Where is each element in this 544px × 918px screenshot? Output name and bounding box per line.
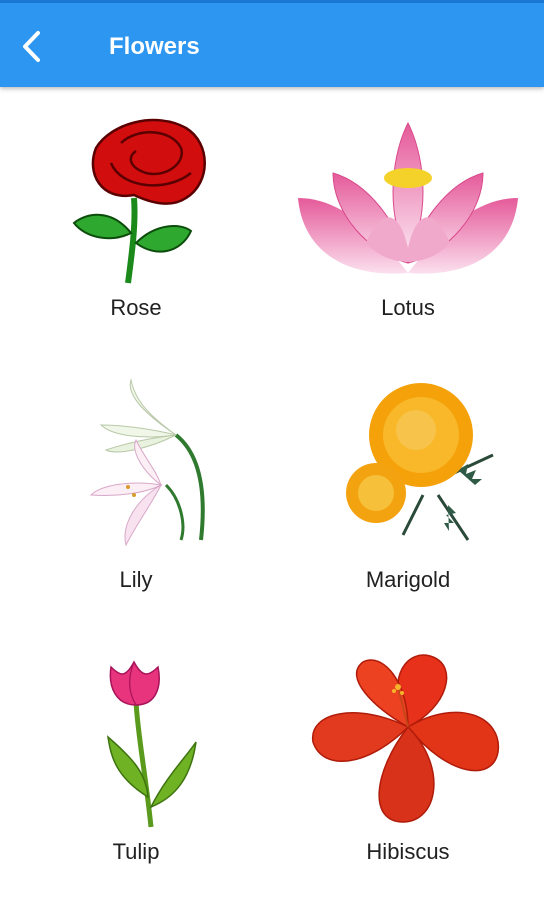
tulip-image xyxy=(0,647,272,832)
flower-name: Hibiscus xyxy=(366,839,450,864)
back-arrow-icon xyxy=(23,31,40,62)
back-button[interactable] xyxy=(14,27,54,67)
flower-name: Tulip xyxy=(112,839,160,864)
rose-image xyxy=(0,103,272,288)
flower-card-lotus[interactable]: Lotus xyxy=(272,87,544,359)
hibiscus-image xyxy=(272,647,544,832)
flower-name: Rose xyxy=(110,295,162,320)
flower-card-hibiscus[interactable]: Hibiscus xyxy=(272,631,544,903)
flower-card-tulip[interactable]: Tulip xyxy=(0,631,272,903)
flower-name: Lily xyxy=(119,567,153,592)
flower-card-rose[interactable]: Rose xyxy=(0,87,272,359)
lily-image xyxy=(0,375,272,560)
lotus-image xyxy=(272,103,544,288)
flower-name: Marigold xyxy=(365,567,451,592)
flower-grid: Rose Lotus Lily Marigold Tulip Hibiscus xyxy=(0,87,544,918)
app-bar: Flowers xyxy=(0,0,544,87)
page-title: Flowers xyxy=(109,33,200,60)
flower-card-marigold[interactable]: Marigold xyxy=(272,359,544,631)
marigold-image xyxy=(272,375,544,560)
flower-card-lily[interactable]: Lily xyxy=(0,359,272,631)
flower-name: Lotus xyxy=(381,295,435,320)
